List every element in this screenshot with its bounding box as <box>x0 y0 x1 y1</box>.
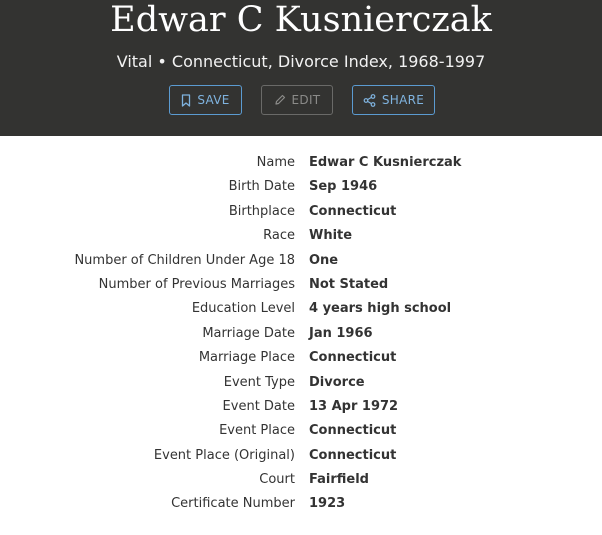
detail-row-education-level: Education Level 4 years high school <box>0 297 602 321</box>
detail-value: Sep 1946 <box>309 179 378 195</box>
detail-label: Court <box>259 472 295 488</box>
save-button-label: SAVE <box>197 93 230 107</box>
detail-row-race: Race White <box>0 224 602 248</box>
detail-row-court: Court Fairfield <box>0 468 602 492</box>
share-button[interactable]: SHARE <box>352 85 435 115</box>
detail-row-birthplace: Birthplace Connecticut <box>0 200 602 224</box>
record-subtitle: Vital • Connecticut, Divorce Index, 1968… <box>116 52 486 71</box>
detail-label: Education Level <box>191 301 295 317</box>
detail-label: Event Place <box>219 423 295 439</box>
detail-label: Name <box>256 155 295 170</box>
action-bar: SAVE EDIT SHARE <box>0 85 602 117</box>
detail-value: Connecticut <box>309 203 397 219</box>
page-title: Edwar C Kusnierczak <box>110 0 492 40</box>
record-header: Edwar C Kusnierczak Vital • Connecticut,… <box>0 0 602 136</box>
detail-row-name: Name Edwar C Kusnierczak <box>0 151 602 175</box>
detail-label: Birthplace <box>228 203 295 219</box>
detail-row-birth-date: Birth Date Sep 1946 <box>0 175 602 199</box>
edit-button[interactable]: EDIT <box>261 85 333 115</box>
pencil-icon <box>274 94 285 105</box>
detail-label: Event Place (Original) <box>153 447 295 463</box>
detail-label: Birth Date <box>228 179 295 195</box>
detail-row-marriage-place: Marriage Place Connecticut <box>0 346 602 370</box>
detail-label: Race <box>263 228 295 244</box>
detail-label: Event Date <box>222 398 295 414</box>
detail-value: Edwar C Kusnierczak <box>309 155 462 170</box>
share-icon <box>363 93 376 107</box>
detail-value: Fairfield <box>309 472 369 488</box>
share-button-label: SHARE <box>381 93 425 107</box>
detail-label: Marriage Date <box>202 325 295 341</box>
detail-value: Not Stated <box>309 276 389 292</box>
detail-row-event-type: Event Type Divorce <box>0 371 602 395</box>
detail-row-event-place-original: Event Place (Original) Connecticut <box>0 444 602 468</box>
detail-label: Marriage Place <box>198 350 295 366</box>
detail-value: White <box>309 228 353 244</box>
detail-label: Event Type <box>223 374 295 390</box>
detail-value: Connecticut <box>309 447 397 463</box>
detail-value: 1923 <box>309 496 346 512</box>
detail-value: Jan 1966 <box>309 325 373 341</box>
detail-row-children-under-18: Number of Children Under Age 18 One <box>0 249 602 273</box>
detail-row-event-place: Event Place Connecticut <box>0 419 602 443</box>
detail-row-marriage-date: Marriage Date Jan 1966 <box>0 322 602 346</box>
detail-row-previous-marriages: Number of Previous Marriages Not Stated <box>0 273 602 297</box>
bookmark-icon <box>182 93 191 107</box>
save-button[interactable]: SAVE <box>169 85 242 115</box>
detail-row-certificate-number: Certificate Number 1923 <box>0 492 602 516</box>
detail-value: One <box>309 252 339 268</box>
detail-label: Number of Children Under Age 18 <box>74 252 295 268</box>
detail-value: 13 Apr 1972 <box>309 398 399 414</box>
detail-value: Connecticut <box>309 350 397 366</box>
detail-value: Divorce <box>309 374 365 390</box>
detail-row-event-date: Event Date 13 Apr 1972 <box>0 395 602 419</box>
record-details: Name Edwar C Kusnierczak Birth Date Sep … <box>0 151 602 517</box>
detail-label: Number of Previous Marriages <box>98 276 295 292</box>
detail-value: Connecticut <box>309 423 397 439</box>
detail-label: Certificate Number <box>171 496 295 512</box>
edit-button-label: EDIT <box>291 93 321 107</box>
detail-value: 4 years high school <box>309 301 452 317</box>
